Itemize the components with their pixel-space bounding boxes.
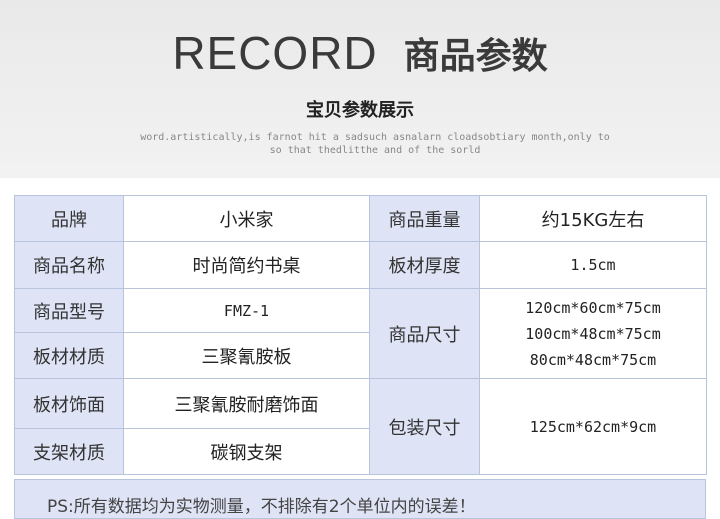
table-row: 商品名称 时尚简约书桌 板材厚度 1.5cm	[14, 241, 707, 289]
title-english: RECORD	[172, 27, 378, 79]
title-chinese: 商品参数	[403, 36, 548, 77]
subtitle: 宝贝参数展示	[306, 100, 414, 121]
name-label: 商品名称	[14, 241, 124, 289]
tagline-line-1: word.artistically,is farnot hit a sadsuc…	[140, 132, 610, 143]
material-label: 板材材质	[14, 332, 124, 379]
spec-section: 品牌 小米家 商品重量 约15KG左右 商品名称 时尚简约书桌 板材厚度 1.5…	[0, 178, 720, 519]
page-title: RECORD 商品参数	[0, 26, 720, 80]
table-row: 板材饰面 三聚氰胺耐磨饰面 包装尺寸 125cm*62cm*9cm	[14, 378, 707, 475]
size-label: 商品尺寸	[369, 288, 480, 379]
package-value: 125cm*62cm*9cm	[479, 378, 707, 475]
thickness-value: 1.5cm	[479, 241, 707, 289]
spec-table: 品牌 小米家 商品重量 约15KG左右 商品名称 时尚简约书桌 板材厚度 1.5…	[14, 195, 707, 475]
size-value-1: 120cm*60cm*75cm	[525, 298, 661, 317]
package-label: 包装尺寸	[369, 378, 480, 475]
frame-label: 支架材质	[14, 428, 124, 475]
brand-value: 小米家	[123, 195, 370, 242]
disclaimer-note: PS:所有数据均为实物测量，不排除有2个单位内的误差！	[14, 479, 706, 519]
header-banner: RECORD 商品参数 宝贝参数展示 word.artistically,is f…	[0, 0, 720, 178]
surface-label: 板材饰面	[14, 378, 124, 429]
weight-value: 约15KG左右	[479, 195, 707, 242]
tagline-line-2: so that thedlitthe and of the sorld	[269, 145, 481, 156]
name-value: 时尚简约书桌	[123, 241, 370, 289]
material-value: 三聚氰胺板	[123, 332, 370, 379]
surface-value: 三聚氰胺耐磨饰面	[123, 378, 370, 429]
tagline: word.artistically,is farnot hit a sadsuc…	[140, 131, 610, 157]
size-value-2: 100cm*48cm*75cm	[525, 324, 661, 343]
model-label: 商品型号	[14, 288, 124, 333]
model-value: FMZ-1	[123, 288, 370, 333]
frame-value: 碳钢支架	[123, 428, 370, 475]
weight-label: 商品重量	[369, 195, 480, 242]
table-row: 商品型号 FMZ-1 商品尺寸 120cm*60cm*75cm 100cm*48…	[14, 288, 707, 379]
thickness-label: 板材厚度	[369, 241, 480, 289]
brand-label: 品牌	[14, 195, 124, 242]
size-value-3: 80cm*48cm*75cm	[529, 350, 657, 369]
size-values: 120cm*60cm*75cm 100cm*48cm*75cm 80cm*48c…	[479, 288, 707, 379]
table-row: 品牌 小米家 商品重量 约15KG左右	[14, 195, 707, 242]
